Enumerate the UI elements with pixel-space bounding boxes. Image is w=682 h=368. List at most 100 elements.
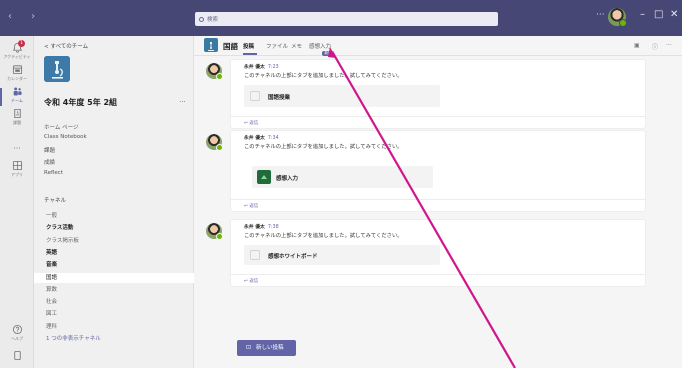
- microscope-icon: [44, 56, 70, 82]
- activity-badge: 1: [18, 40, 25, 47]
- post-time: 7:38: [267, 225, 279, 230]
- post-card: 永井 優太 7:38 このチャネルの上部にタブを追加しました。試してみてください。…: [206, 220, 645, 286]
- channel-item[interactable]: 図工: [34, 309, 194, 319]
- device-icon: [13, 350, 21, 361]
- tab-card[interactable]: 国語授業: [244, 85, 440, 107]
- post-author: 永井 優太: [244, 225, 265, 230]
- channel-header: 国語 投稿 ファイル メモ 感想入力 新規 ▣ ⓘ ···: [194, 36, 682, 56]
- rail-label: 課題: [13, 120, 21, 125]
- nav-home-page[interactable]: ホーム ページ: [44, 123, 78, 131]
- post-time: 7:34: [267, 136, 279, 141]
- minimize-icon[interactable]: –: [640, 9, 645, 20]
- reply-bar: ↩ 返信: [231, 274, 645, 286]
- tab-impressions[interactable]: 感想入力: [309, 42, 331, 50]
- rail-label: ヘルプ: [11, 336, 23, 341]
- tab-files[interactable]: ファイル: [266, 42, 288, 50]
- reply-link[interactable]: ↩ 返信: [244, 120, 258, 126]
- post-author: 永井 優太: [244, 136, 265, 141]
- channel-more-icon[interactable]: ···: [666, 42, 672, 49]
- post-message: このチャネルの上部にタブを追加しました。試してみてください。: [244, 144, 403, 150]
- channel-item[interactable]: クラス掲示板: [34, 236, 194, 246]
- new-post-button[interactable]: ⊡ 新しい投稿: [237, 340, 296, 356]
- info-icon[interactable]: ⓘ: [652, 42, 658, 51]
- card-label: 感想ホワイトボード: [268, 254, 318, 260]
- tab-posts[interactable]: 投稿: [243, 42, 254, 50]
- channel-item[interactable]: 理科: [34, 322, 194, 332]
- rail-item-activity[interactable]: 1 アクティビティ: [0, 40, 34, 60]
- search-placeholder: 検索: [207, 17, 219, 23]
- channel-item[interactable]: 国語: [34, 272, 194, 283]
- search-box[interactable]: 検索: [195, 12, 498, 26]
- card-label: 感想入力: [276, 176, 299, 182]
- channel-item[interactable]: 英語: [34, 248, 194, 258]
- tab-notes[interactable]: メモ: [291, 42, 302, 50]
- close-icon[interactable]: ✕: [670, 9, 678, 20]
- rail-item-more[interactable]: ···: [0, 136, 34, 155]
- post-card: 永井 優太 7:23 このチャネルの上部にタブを追加しました。試してみてください。…: [206, 60, 645, 128]
- title-bar: ‹ › 検索 ··· – □ ✕: [0, 0, 682, 36]
- post-card: 永井 優太 7:34 このチャネルの上部にタブを追加しました。試してみてください。…: [206, 131, 645, 211]
- nav-reflect[interactable]: Reflect: [44, 170, 63, 176]
- author-avatar[interactable]: [206, 223, 223, 240]
- channel-view: 国語 投稿 ファイル メモ 感想入力 新規 ▣ ⓘ ··· 永井 優太 7:23 …: [194, 36, 682, 368]
- rail-label: アクティビティ: [3, 54, 31, 59]
- meet-icon[interactable]: ▣: [634, 42, 640, 49]
- reply-link[interactable]: ↩ 返信: [244, 203, 258, 209]
- channel-item[interactable]: 一般: [34, 211, 194, 221]
- hidden-channels-link[interactable]: 1 つの非表示チャネル: [34, 334, 194, 344]
- post-meta: 永井 優太 7:34: [244, 134, 279, 141]
- teams-icon: [13, 87, 22, 96]
- app-rail: 1 アクティビティ カレンダー チーム 課題 ··· アプリ ヘルプ: [0, 36, 34, 368]
- channel-item[interactable]: 社会: [34, 297, 194, 307]
- reply-label: 返信: [249, 121, 259, 126]
- post-message: このチャネルの上部にタブを追加しました。試してみてください。: [244, 233, 403, 239]
- post-author: 永井 優太: [244, 65, 265, 70]
- reply-label: 返信: [249, 279, 259, 284]
- channel-item[interactable]: クラス活動: [34, 223, 194, 233]
- assignment-icon: [13, 108, 21, 119]
- rail-label: カレンダー: [7, 76, 27, 81]
- reply-bar: ↩ 返信: [231, 116, 645, 128]
- nav-grades[interactable]: 成績: [44, 158, 55, 166]
- rail-item-help[interactable]: ヘルプ: [0, 324, 34, 342]
- nav-assignments[interactable]: 課題: [44, 146, 55, 154]
- rail-item-calendar[interactable]: カレンダー: [0, 64, 34, 82]
- maximize-icon[interactable]: □: [654, 9, 663, 20]
- tab-card[interactable]: 感想ホワイトボード: [244, 245, 440, 265]
- profile-avatar[interactable]: [608, 8, 627, 27]
- post-message: このチャネルの上部にタブを追加しました。試してみてください。: [244, 73, 403, 79]
- channel-item[interactable]: 音楽: [34, 260, 194, 270]
- tab-icon: [250, 250, 260, 260]
- more-apps-icon: ···: [13, 144, 21, 153]
- tab-icon: [250, 91, 260, 101]
- channel-item[interactable]: 算数: [34, 285, 194, 295]
- post-meta: 永井 優太 7:23: [244, 63, 279, 70]
- teams-window: ‹ › 検索 ··· – □ ✕ 1 アクティビティ カレンダー チーム 課題: [0, 0, 682, 368]
- rail-item-teams[interactable]: チーム: [0, 86, 34, 104]
- tab-card[interactable]: 感想入力: [252, 166, 433, 188]
- rail-item-assignments[interactable]: 課題: [0, 108, 34, 126]
- more-options-icon[interactable]: ···: [596, 10, 605, 20]
- rail-item-apps[interactable]: アプリ: [0, 160, 34, 178]
- microscope-icon: [208, 42, 214, 51]
- all-teams-link[interactable]: < すべてのチーム: [44, 42, 88, 50]
- post-time: 7:23: [267, 65, 279, 70]
- channels-heading: チャネル: [44, 198, 66, 204]
- nav-class-notebook[interactable]: Class Notebook: [44, 134, 87, 140]
- rail-label: チーム: [11, 98, 23, 103]
- search-icon: [199, 16, 204, 22]
- author-avatar[interactable]: [206, 134, 223, 151]
- team-options-icon[interactable]: ···: [179, 98, 186, 106]
- reply-link[interactable]: ↩ 返信: [244, 278, 258, 284]
- author-avatar[interactable]: [206, 63, 223, 80]
- calendar-icon: [12, 65, 22, 75]
- compose-icon: ⊡: [246, 344, 252, 351]
- card-label: 国語授業: [268, 95, 291, 101]
- rail-item-device[interactable]: [0, 350, 34, 361]
- history-nav-icon[interactable]: ‹ ›: [8, 11, 43, 22]
- reply-bar: ↩ 返信: [231, 199, 645, 211]
- team-name: 令和 4年度 5年 2組: [44, 98, 118, 107]
- channel-title: 国語: [223, 42, 238, 51]
- team-picture: [44, 56, 70, 82]
- new-tab-badge: 新規: [322, 51, 334, 56]
